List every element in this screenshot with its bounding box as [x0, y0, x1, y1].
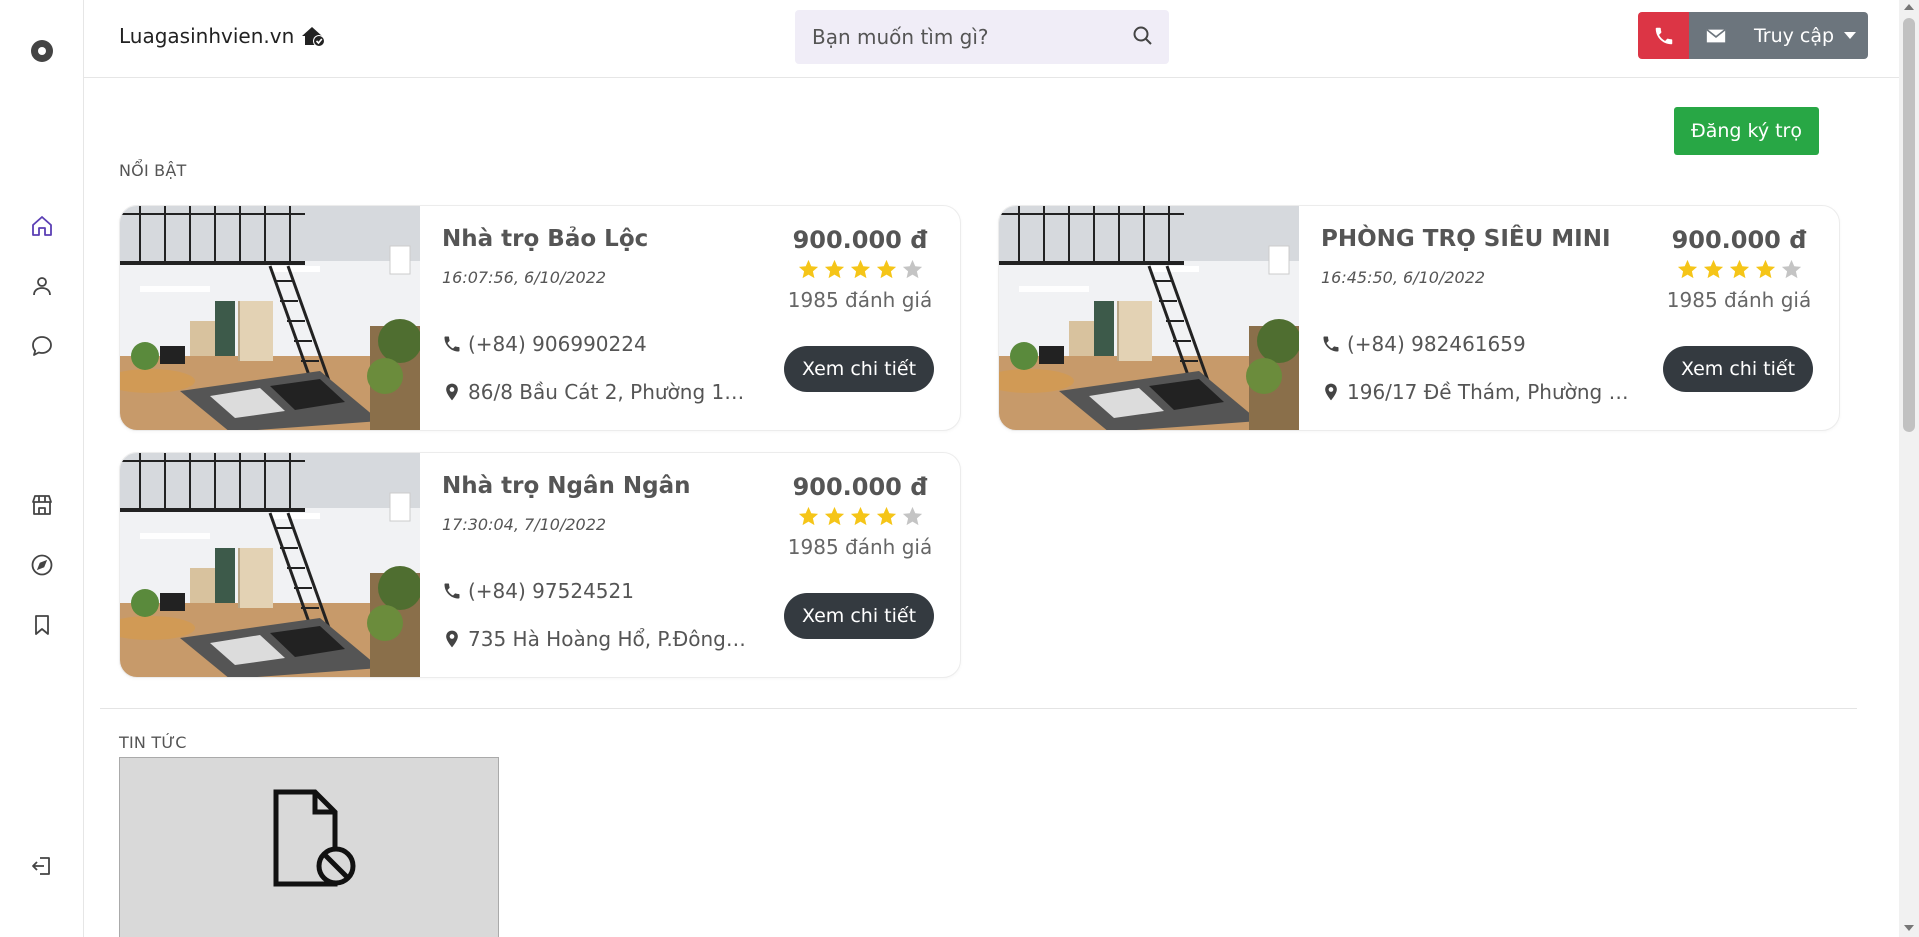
brand-logo[interactable]: Luagasinhvien.vn [119, 24, 326, 48]
user-icon[interactable] [28, 272, 56, 300]
listing-price: 900.000 đ [792, 226, 928, 254]
listing-address-text: 86/8 Bầu Cát 2, Phường 12, Tân Bình [468, 380, 752, 404]
app-logo-icon[interactable] [28, 37, 56, 65]
rating-stars [770, 505, 950, 528]
star-icon [824, 259, 844, 279]
star-icon [798, 506, 818, 526]
access-dropdown-button[interactable]: Truy cập [1742, 12, 1868, 59]
mail-button[interactable] [1689, 12, 1742, 59]
contact-button-group: Truy cập [1638, 12, 1868, 59]
location-pin-icon [1325, 383, 1337, 401]
home-icon[interactable] [28, 212, 56, 240]
access-label: Truy cập [1753, 24, 1835, 47]
search-box [795, 10, 1169, 64]
scroll-down-arrow-icon[interactable] [1904, 925, 1914, 931]
section-divider [100, 708, 1857, 709]
review-count: 1985 đánh giá [787, 535, 933, 559]
review-count: 1985 đánh giá [1666, 288, 1812, 312]
house-check-icon [302, 27, 326, 47]
star-icon [876, 506, 896, 526]
location-pin-icon [446, 630, 458, 648]
phone-icon [1323, 336, 1339, 352]
scroll-thumb[interactable] [1903, 18, 1915, 432]
listing-phone: (+84) 906990224 [442, 332, 647, 356]
chat-icon[interactable] [28, 332, 56, 360]
star-icon [1729, 259, 1749, 279]
listing-timestamp: 16:45:50, 6/10/2022 [1321, 268, 1486, 287]
star-icon [1703, 259, 1723, 279]
caret-down-icon [1844, 32, 1857, 39]
view-detail-button[interactable]: Xem chi tiết [1663, 346, 1813, 392]
sidebar [0, 0, 84, 937]
search-input[interactable] [795, 10, 1115, 64]
listing-phone-text: (+84) 97524521 [468, 579, 634, 603]
star-icon [850, 506, 870, 526]
rating-stars [770, 258, 950, 281]
featured-section-title: NỔI BẬT [119, 161, 187, 180]
phone-icon [444, 336, 460, 352]
store-icon[interactable] [28, 491, 56, 519]
news-thumbnail[interactable] [119, 757, 499, 937]
view-detail-button[interactable]: Xem chi tiết [784, 593, 934, 639]
listing-title[interactable]: Nhà trọ Ngân Ngân [442, 473, 691, 499]
scroll-up-arrow-icon[interactable] [1904, 4, 1914, 10]
star-icon [902, 506, 922, 526]
call-button[interactable] [1638, 12, 1689, 59]
star-icon [798, 259, 818, 279]
top-header: Luagasinhvien.vn Truy cập [84, 0, 1899, 78]
star-icon [850, 259, 870, 279]
listing-photo[interactable] [120, 453, 422, 677]
listing-title[interactable]: PHÒNG TRỌ SIÊU MINI [1321, 226, 1611, 252]
star-icon [1781, 259, 1801, 279]
star-icon [902, 259, 922, 279]
listing-address-text: 196/17 Đề Thám, Phường Cầu Ông Lãnh [1347, 380, 1631, 404]
listing-address: 86/8 Bầu Cát 2, Phường 12, Tân Bình [442, 380, 752, 404]
listing-price: 900.000 đ [1671, 226, 1807, 254]
listing-address: 735 Hà Hoàng Hổ, P.Đông Xuyên [442, 627, 752, 651]
phone-icon [444, 583, 460, 599]
star-icon [1755, 259, 1775, 279]
listing-address: 196/17 Đề Thám, Phường Cầu Ông Lãnh [1321, 380, 1631, 404]
listing-photo[interactable] [999, 206, 1301, 430]
star-icon [876, 259, 896, 279]
register-room-button[interactable]: Đăng ký trọ [1674, 107, 1819, 155]
vertical-scrollbar[interactable] [1899, 0, 1919, 937]
search-icon[interactable] [1131, 24, 1155, 48]
listing-card[interactable]: PHÒNG TRỌ SIÊU MINI 16:45:50, 6/10/2022 … [998, 205, 1840, 431]
listing-photo[interactable] [120, 206, 422, 430]
news-section-title: TIN TỨC [119, 733, 187, 752]
listing-phone: (+84) 982461659 [1321, 332, 1526, 356]
listing-title[interactable]: Nhà trọ Bảo Lộc [442, 226, 648, 252]
listing-card[interactable]: Nhà trọ Bảo Lộc 16:07:56, 6/10/2022 (+84… [119, 205, 961, 431]
listing-timestamp: 16:07:56, 6/10/2022 [442, 268, 607, 287]
star-icon [1677, 259, 1697, 279]
listing-timestamp: 17:30:04, 7/10/2022 [442, 515, 607, 534]
listing-card[interactable]: Nhà trọ Ngân Ngân 17:30:04, 7/10/2022 (+… [119, 452, 961, 678]
brand-name: Luagasinhvien.vn [119, 24, 295, 48]
file-blocked-icon [273, 789, 356, 887]
star-icon [824, 506, 844, 526]
compass-icon[interactable] [28, 551, 56, 579]
view-detail-button[interactable]: Xem chi tiết [784, 346, 934, 392]
bookmark-icon[interactable] [28, 611, 56, 639]
listing-phone-text: (+84) 982461659 [1347, 332, 1526, 356]
rating-stars [1649, 258, 1829, 281]
listing-phone: (+84) 97524521 [442, 579, 634, 603]
review-count: 1985 đánh giá [787, 288, 933, 312]
logout-icon[interactable] [28, 852, 56, 880]
listing-address-text: 735 Hà Hoàng Hổ, P.Đông Xuyên [468, 627, 752, 651]
listing-price: 900.000 đ [792, 473, 928, 501]
phone-icon [1655, 27, 1672, 44]
location-pin-icon [446, 383, 458, 401]
listing-phone-text: (+84) 906990224 [468, 332, 647, 356]
mail-icon [1705, 28, 1726, 42]
